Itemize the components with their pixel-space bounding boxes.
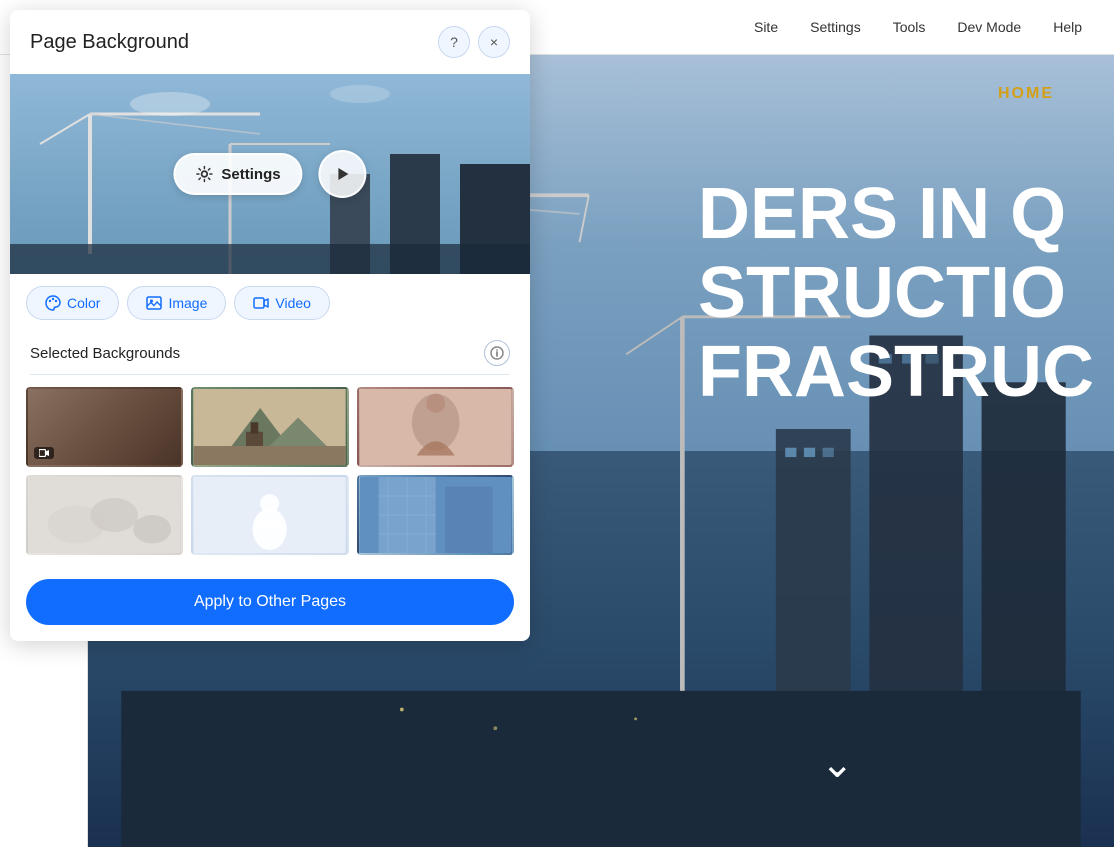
panel-title: Page Background [30,31,189,54]
image-tab[interactable]: Image [127,286,226,320]
thumbnail-5[interactable] [191,475,348,555]
thumbnail-6[interactable] [357,475,514,555]
background-preview: Settings [10,74,530,274]
nav-settings[interactable]: Settings [794,0,877,55]
apply-button-row: Apply to Other Pages [10,567,530,641]
selected-backgrounds-title: Selected Backgrounds [30,345,180,362]
help-button[interactable]: ? [438,26,470,58]
hero-main-text: DERS IN Q STRUCTIO FRASTRUC [698,175,1094,413]
image-tab-label: Image [168,295,207,311]
nav-links: Site Settings Tools Dev Mode Help [738,0,1098,55]
play-button[interactable] [319,150,367,198]
panel-header-actions: ? × [438,26,510,58]
video-tab-icon [253,295,269,311]
gear-icon [195,165,213,183]
section-divider [30,374,510,375]
info-icon [490,346,504,360]
panel-header: Page Background ? × [10,10,530,74]
color-tab-label: Color [67,295,100,311]
preview-controls: Settings [173,150,366,198]
apply-to-other-pages-button[interactable]: Apply to Other Pages [26,579,514,625]
close-button[interactable]: × [478,26,510,58]
thumbnail-3[interactable] [357,387,514,467]
selected-backgrounds-section: Selected Backgrounds [10,332,530,370]
nav-tools[interactable]: Tools [877,0,942,55]
color-tab-icon [45,295,61,311]
image-tab-icon [146,295,162,311]
tab-row: Color Image Video [10,274,530,332]
settings-pill-button[interactable]: Settings [173,153,302,195]
thumbnail-4[interactable] [26,475,183,555]
thumbnail-1[interactable] [26,387,183,467]
video-tab-label: Video [275,295,311,311]
page-background-panel: Page Background ? × [10,10,530,641]
settings-button-label: Settings [221,166,280,183]
nav-devmode[interactable]: Dev Mode [941,0,1037,55]
nav-help[interactable]: Help [1037,0,1098,55]
play-icon [335,166,351,182]
thumbnail-2[interactable] [191,387,348,467]
video-badge-1 [34,447,54,459]
nav-site[interactable]: Site [738,0,794,55]
info-icon-button[interactable] [484,340,510,366]
hero-nav-text: HOME [998,85,1054,103]
color-tab[interactable]: Color [26,286,119,320]
thumbnail-grid [10,387,530,567]
hero-scroll-chevron: ⌄ [820,741,854,787]
video-tab[interactable]: Video [234,286,330,320]
